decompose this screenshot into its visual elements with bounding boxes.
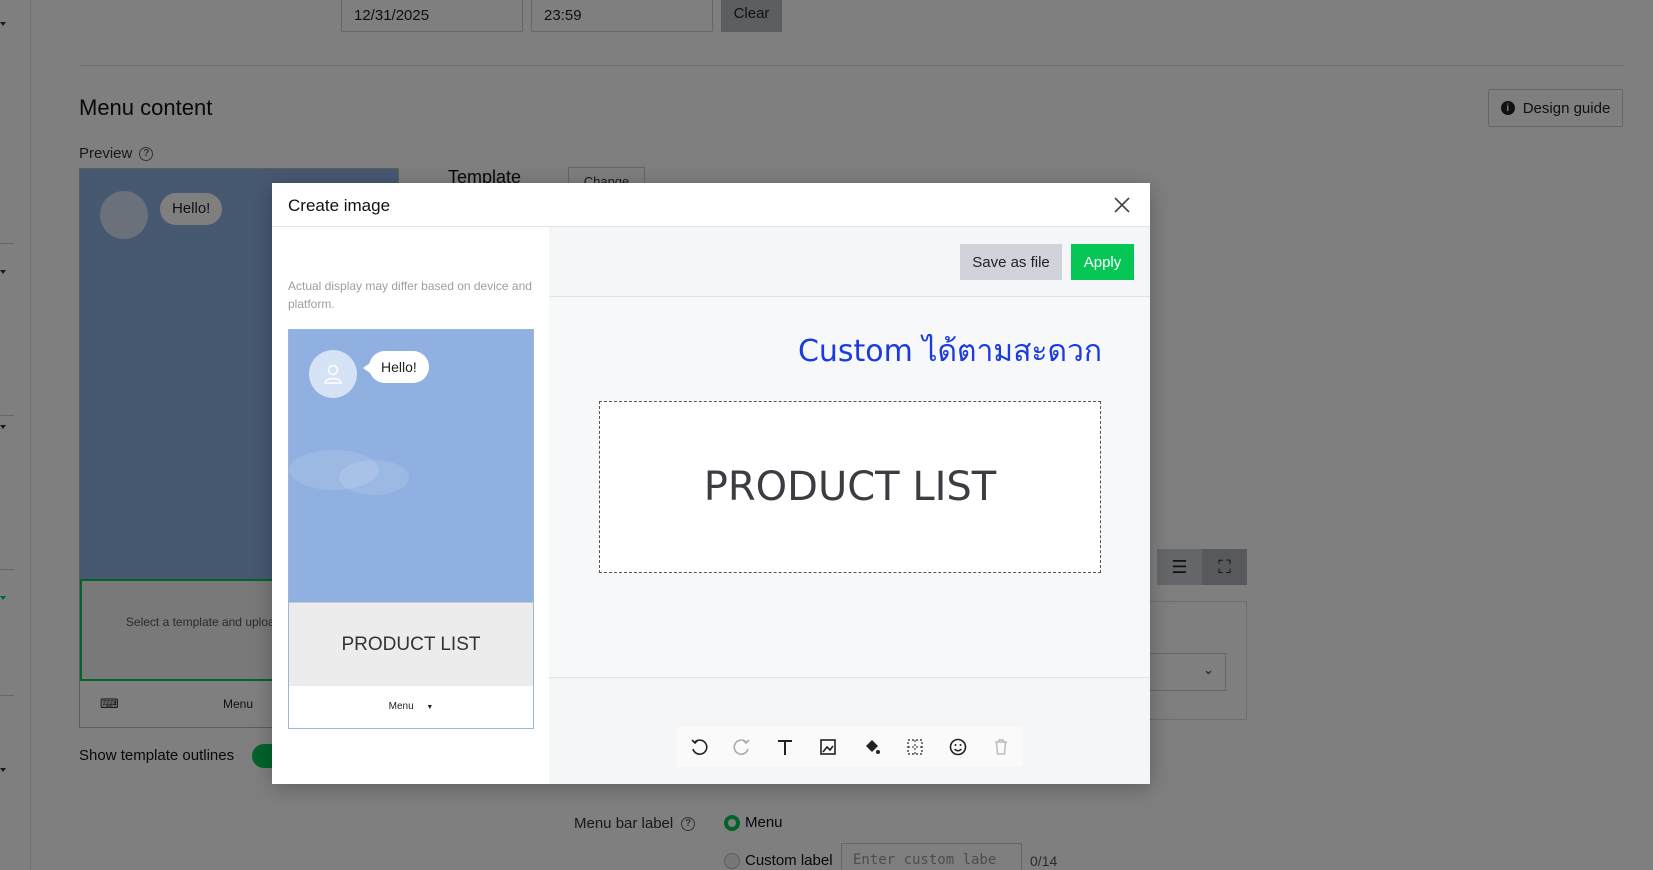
save-as-file-button[interactable]: Save as file [960,244,1062,280]
canvas-text-title[interactable]: Custom ได้ตามสะดวก [798,328,1102,375]
image-icon[interactable] [807,727,850,767]
phone-preview: Hello! PRODUCT LIST Menu ▼ [288,329,534,729]
grid-icon[interactable] [893,727,936,767]
menu-bar-label: Menu [388,701,414,712]
caret-down-icon: ▼ [426,704,434,711]
display-note: Actual display may differ based on devic… [288,279,532,311]
apply-button[interactable]: Apply [1071,244,1134,280]
canvas-text-box[interactable]: PRODUCT LIST [599,401,1101,573]
create-image-dialog: Create image Actual display may differ b… [272,183,1150,784]
edit-tools [677,727,1023,767]
chat-bottom-bar: Menu ▼ [289,686,533,728]
preview-pane: Actual display may differ based on devic… [272,227,549,784]
emoji-icon[interactable] [937,727,980,767]
close-icon[interactable] [1110,193,1134,217]
trash-icon[interactable] [980,727,1023,767]
editor-toolbar: Save as file Apply [549,227,1150,297]
undo-icon[interactable] [677,727,720,767]
redo-icon[interactable] [720,727,763,767]
rich-menu-preview: PRODUCT LIST [289,602,533,686]
user-icon [309,350,357,398]
chat-bubble: Hello! [363,351,429,383]
fill-icon[interactable] [850,727,893,767]
text-icon[interactable] [764,727,807,767]
dialog-header: Create image [272,183,1150,227]
image-canvas[interactable]: Custom ได้ตามสะดวก PRODUCT LIST [549,298,1150,678]
dialog-title: Create image [288,196,391,215]
cloud-decoration [339,460,409,495]
editor-pane: Save as file Apply Custom ได้ตามสะดวก PR… [549,227,1150,784]
